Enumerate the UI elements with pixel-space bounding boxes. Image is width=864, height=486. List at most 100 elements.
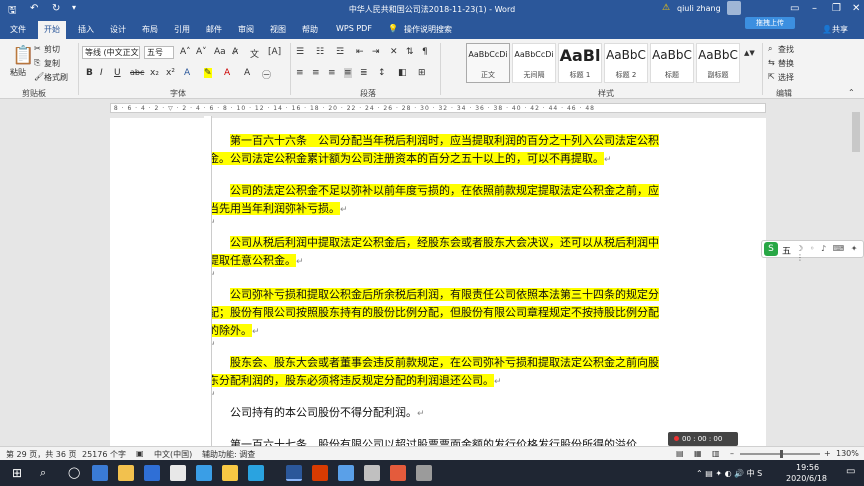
tab-review[interactable]: 审阅 — [238, 24, 254, 35]
edge-icon[interactable] — [92, 465, 108, 481]
paragraph[interactable]: 公司从税后利润中提取法定公积金后，经股东会或者股东大会决议，还可以从税后利润中提… — [208, 234, 668, 271]
tab-mailings[interactable]: 邮件 — [206, 24, 222, 35]
start-icon[interactable]: ⊞ — [12, 466, 22, 480]
tab-references[interactable]: 引用 — [174, 24, 190, 35]
copy-icon[interactable]: ⎘ — [34, 58, 40, 68]
zoom-level[interactable]: 130% — [836, 449, 859, 458]
zoom-slider-handle[interactable] — [780, 450, 783, 458]
font-color-icon[interactable]: A — [224, 68, 230, 78]
app-icon[interactable] — [248, 465, 264, 481]
shading-icon[interactable]: ◧ — [398, 68, 407, 78]
show-marks-icon[interactable]: ¶ — [422, 47, 428, 57]
notification-icon[interactable]: ▭ — [846, 466, 855, 477]
find-icon[interactable]: ⌕ — [768, 44, 772, 54]
highlight-color-icon[interactable]: ✎ — [204, 68, 212, 78]
word-icon[interactable] — [286, 465, 302, 481]
horizontal-ruler[interactable]: 8 · 6 · 4 · 2 · ▽ · 2 · 4 · 6 · 8 · 10 ·… — [0, 100, 864, 116]
focus-mode-icon[interactable]: ▤ — [676, 449, 684, 458]
underline-button[interactable]: U — [114, 68, 121, 78]
replace-button[interactable]: 替换 — [778, 58, 794, 69]
find-button[interactable]: 查找 — [778, 44, 794, 55]
search-icon[interactable]: ⌕ — [40, 466, 46, 480]
sort-icon[interactable]: ⇅ — [406, 47, 414, 57]
bold-button[interactable]: B — [86, 68, 93, 78]
restore-icon[interactable]: ❐ — [832, 3, 841, 14]
word-count[interactable]: 25176 个字 — [82, 449, 126, 460]
zoom-out-icon[interactable]: – — [730, 449, 734, 458]
font-name-select[interactable]: 等线 (中文正文 — [82, 46, 140, 59]
style-heading-1[interactable]: AaBl 标题 1 — [558, 43, 602, 83]
read-mode-icon[interactable]: ▦ — [694, 449, 702, 458]
ime-tools-icon[interactable]: ☽ ◦ ♪ ⌨ ✦ ⋮ — [796, 244, 863, 262]
cut-icon[interactable]: ✂ — [34, 44, 41, 53]
app-icon[interactable] — [364, 465, 380, 481]
clear-format-icon[interactable]: A̷ — [232, 47, 238, 57]
paragraph[interactable]: 公司持有的本公司股份不得分配利润。↵ — [208, 404, 668, 423]
app-icon[interactable] — [312, 465, 328, 481]
tray-icons[interactable]: ⌃ ▤ ✦ ◐ 🔊 中 S — [696, 468, 762, 479]
multilevel-list-icon[interactable]: ☲ — [336, 47, 344, 57]
style-heading-2[interactable]: AaBbC 标题 2 — [604, 43, 648, 83]
font-size-select[interactable]: 五号 — [144, 46, 174, 59]
app-icon[interactable] — [416, 465, 432, 481]
vertical-ruler[interactable] — [204, 116, 212, 446]
select-icon[interactable]: ⇱ — [768, 72, 775, 81]
format-painter-icon[interactable]: 🖌 — [34, 72, 44, 81]
phonetic-icon[interactable]: 文 — [250, 47, 259, 60]
accessibility-status[interactable]: 辅助功能: 调查 — [202, 449, 255, 460]
replace-icon[interactable]: ⇆ — [768, 58, 775, 67]
app-icon[interactable] — [390, 465, 406, 481]
paste-button[interactable]: 粘贴 — [10, 67, 26, 78]
paragraph[interactable]: 公司弥补亏损和提取公积金后所余税后利润，有限责任公司依照本法第三十四条的规定分配… — [208, 286, 668, 341]
style-normal[interactable]: AaBbCcDi 正文 — [466, 43, 510, 83]
tab-help[interactable]: 帮助 — [302, 24, 318, 35]
chinese-layout-icon[interactable]: ✕ — [390, 47, 398, 57]
style-subtitle[interactable]: AaBbC 副标题 — [696, 43, 740, 83]
ime-toolbar[interactable]: S 五 ☽ ◦ ♪ ⌨ ✦ ⋮ — [761, 240, 864, 262]
clock-date[interactable]: 2020/6/18 — [786, 474, 827, 483]
style-title[interactable]: AaBbC 标题 — [650, 43, 694, 83]
paragraph[interactable]: 第一百六十七条 股份有限公司以超过股票票面金额的发行价格发行股份所得的溢价 — [208, 436, 668, 446]
grow-font-icon[interactable]: A˄ — [180, 47, 191, 57]
italic-button[interactable]: I — [100, 68, 103, 78]
copy-button[interactable]: 复制 — [44, 58, 60, 69]
align-center-icon[interactable]: ≡ — [312, 68, 320, 78]
cut-button[interactable]: 剪切 — [44, 44, 60, 55]
tab-insert[interactable]: 插入 — [78, 24, 94, 35]
app-icon[interactable] — [196, 465, 212, 481]
print-layout-icon[interactable]: ▥ — [712, 449, 720, 458]
align-left-icon[interactable]: ≡ — [296, 68, 304, 78]
tab-home[interactable]: 开始 — [38, 21, 66, 39]
ime-mode[interactable]: 五 — [782, 244, 791, 257]
styles-scroll-icon[interactable]: ▲▼ — [744, 49, 755, 57]
proofing-icon[interactable]: ▣ — [136, 449, 144, 458]
app-icon[interactable] — [338, 465, 354, 481]
line-spacing-icon[interactable]: ↕ — [378, 68, 386, 78]
chrome-icon[interactable] — [222, 465, 238, 481]
justify-icon[interactable]: ≡ — [344, 68, 352, 78]
paste-icon[interactable]: 📋 — [12, 45, 34, 66]
subscript-button[interactable]: x₂ — [150, 68, 159, 78]
enclose-char-icon[interactable]: ㊀ — [262, 68, 271, 81]
tab-design[interactable]: 设计 — [110, 24, 126, 35]
app-icon[interactable] — [170, 465, 186, 481]
avatar[interactable] — [727, 1, 741, 15]
increase-indent-icon[interactable]: ⇥ — [372, 47, 380, 57]
file-explorer-icon[interactable] — [118, 465, 134, 481]
tab-wps-pdf[interactable]: WPS PDF — [336, 24, 372, 33]
share-button[interactable]: 👤共享 — [822, 24, 848, 35]
tab-file[interactable]: 文件 — [10, 24, 26, 35]
vertical-scrollbar[interactable] — [848, 100, 864, 446]
numbering-icon[interactable]: ☷ — [316, 47, 324, 57]
zoom-in-icon[interactable]: + — [824, 449, 831, 458]
strikethrough-button[interactable]: abc — [130, 68, 144, 77]
shrink-font-icon[interactable]: A˅ — [196, 47, 207, 57]
char-shading-icon[interactable]: A — [244, 68, 250, 78]
paragraph[interactable]: 公司的法定公积金不足以弥补以前年度亏损的，在依照前款规定提取法定公积金之前，应当… — [208, 182, 668, 219]
minimize-icon[interactable]: – — [812, 3, 817, 14]
superscript-button[interactable]: x² — [166, 68, 175, 78]
ribbon-display-icon[interactable]: ▭ — [790, 3, 799, 14]
style-no-spacing[interactable]: AaBbCcDi 无间隔 — [512, 43, 556, 83]
paragraph[interactable]: 第一百六十六条 公司分配当年税后利润时，应当提取利润的百分之十列入公司法定公积金… — [208, 132, 668, 169]
format-painter-button[interactable]: 格式刷 — [44, 72, 68, 83]
